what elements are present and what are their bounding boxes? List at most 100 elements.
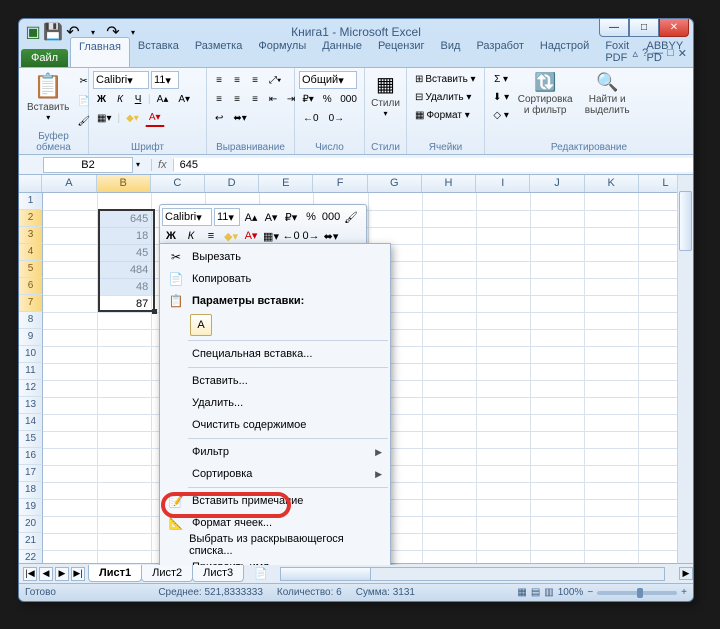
mt-shrink[interactable]: A▾ <box>262 208 280 226</box>
cell-H9[interactable] <box>422 329 476 346</box>
sheet-tab-1[interactable]: Лист2 <box>141 565 193 582</box>
cell-J13[interactable] <box>530 397 584 414</box>
paste-option-values[interactable]: A <box>190 314 212 336</box>
cell-K7[interactable] <box>584 295 638 312</box>
cell-A11[interactable] <box>43 363 97 380</box>
row-header-8[interactable]: 8 <box>19 312 43 329</box>
align-middle-button[interactable]: ≡ <box>229 71 245 89</box>
cell-B12[interactable] <box>97 380 152 397</box>
fill-color-button[interactable]: ◆▾ <box>122 109 143 127</box>
row-header-7[interactable]: 7 <box>19 295 43 312</box>
cell-K9[interactable] <box>584 329 638 346</box>
ctx-item-6[interactable]: Удалить... <box>160 392 390 414</box>
ctx-item-3[interactable]: Специальная вставка... <box>160 343 390 365</box>
cell-J17[interactable] <box>530 465 584 482</box>
sort-filter-button[interactable]: 🔃 Сортировка и фильтр <box>513 70 577 124</box>
cell-B2[interactable]: 645 <box>97 210 152 227</box>
cell-J15[interactable] <box>530 431 584 448</box>
zoom-slider[interactable] <box>597 591 677 595</box>
cell-A14[interactable] <box>43 414 97 431</box>
col-header-J[interactable]: J <box>530 175 584 192</box>
cell-B15[interactable] <box>97 431 152 448</box>
cell-H16[interactable] <box>422 448 476 465</box>
view-break-button[interactable]: ▥ <box>544 587 553 598</box>
percent-button[interactable]: % <box>319 90 335 108</box>
cell-I18[interactable] <box>476 482 530 499</box>
cell-I11[interactable] <box>476 363 530 380</box>
cell-I15[interactable] <box>476 431 530 448</box>
cell-K17[interactable] <box>584 465 638 482</box>
cell-A6[interactable] <box>43 278 97 295</box>
row-header-20[interactable]: 20 <box>19 516 43 533</box>
decrease-decimal-button[interactable]: 0→ <box>325 109 349 127</box>
cell-B7[interactable]: 87 <box>97 295 152 312</box>
font-name-combo[interactable]: Calibri ▾ <box>93 71 149 89</box>
cell-K21[interactable] <box>584 533 638 550</box>
select-all-corner[interactable] <box>19 175 42 192</box>
cell-I16[interactable] <box>476 448 530 465</box>
cell-I4[interactable] <box>476 244 530 261</box>
ctx-item-5[interactable]: Вставить... <box>160 370 390 392</box>
cell-H17[interactable] <box>422 465 476 482</box>
row-header-12[interactable]: 12 <box>19 380 43 397</box>
cell-A18[interactable] <box>43 482 97 499</box>
cell-A7[interactable] <box>43 295 97 312</box>
cell-H21[interactable] <box>422 533 476 550</box>
ribbon-minimize-icon[interactable]: ▵ <box>632 47 638 60</box>
col-header-A[interactable]: A <box>42 175 96 192</box>
ctx-item-10[interactable]: Сортировка▶ <box>160 463 390 485</box>
ribbon-tab-8[interactable]: Надстрой <box>532 37 597 67</box>
file-tab[interactable]: Файл <box>21 49 68 67</box>
cell-J14[interactable] <box>530 414 584 431</box>
cell-A20[interactable] <box>43 516 97 533</box>
col-header-G[interactable]: G <box>368 175 422 192</box>
merge-button[interactable]: ⬌▾ <box>229 109 250 127</box>
scroll-thumb[interactable] <box>679 191 692 251</box>
row-header-14[interactable]: 14 <box>19 414 43 431</box>
col-header-F[interactable]: F <box>313 175 367 192</box>
cell-K11[interactable] <box>584 363 638 380</box>
col-header-I[interactable]: I <box>476 175 530 192</box>
cell-I13[interactable] <box>476 397 530 414</box>
col-header-B[interactable]: B <box>97 175 151 192</box>
cell-H6[interactable] <box>422 278 476 295</box>
cell-H10[interactable] <box>422 346 476 363</box>
cell-K20[interactable] <box>584 516 638 533</box>
vertical-scrollbar[interactable] <box>677 175 693 565</box>
cell-K10[interactable] <box>584 346 638 363</box>
cell-K12[interactable] <box>584 380 638 397</box>
sheet-nav-3[interactable]: ▶| <box>71 567 85 581</box>
find-select-button[interactable]: 🔍 Найти и выделить <box>577 70 637 124</box>
cell-J12[interactable] <box>530 380 584 397</box>
cell-B16[interactable] <box>97 448 152 465</box>
cell-A13[interactable] <box>43 397 97 414</box>
indent-dec-button[interactable]: ⇤ <box>265 90 281 108</box>
cell-J5[interactable] <box>530 261 584 278</box>
cell-B17[interactable] <box>97 465 152 482</box>
cell-A16[interactable] <box>43 448 97 465</box>
cell-B10[interactable] <box>97 346 152 363</box>
align-bottom-button[interactable]: ≡ <box>247 71 263 89</box>
underline-button[interactable]: Ч <box>130 90 146 108</box>
italic-button[interactable]: К <box>112 90 128 108</box>
ribbon-tab-7[interactable]: Разработ <box>468 37 531 67</box>
cell-B20[interactable] <box>97 516 152 533</box>
cell-K18[interactable] <box>584 482 638 499</box>
name-box-dropdown[interactable]: ▾ <box>133 160 143 169</box>
cell-I1[interactable] <box>476 193 530 210</box>
cell-G1[interactable] <box>368 193 422 210</box>
row-header-5[interactable]: 5 <box>19 261 43 278</box>
cell-K4[interactable] <box>584 244 638 261</box>
doc-minimize-button[interactable]: — <box>652 47 663 60</box>
ctx-item-7[interactable]: Очистить содержимое <box>160 414 390 436</box>
view-layout-button[interactable]: ▤ <box>531 587 540 598</box>
row-header-19[interactable]: 19 <box>19 499 43 516</box>
cell-K8[interactable] <box>584 312 638 329</box>
cell-A9[interactable] <box>43 329 97 346</box>
cell-J10[interactable] <box>530 346 584 363</box>
sheet-tab-0[interactable]: Лист1 <box>88 565 142 582</box>
cell-J7[interactable] <box>530 295 584 312</box>
cell-K6[interactable] <box>584 278 638 295</box>
cell-G2[interactable] <box>368 210 422 227</box>
ctx-item-15[interactable]: Присвоить имя... <box>160 556 390 565</box>
